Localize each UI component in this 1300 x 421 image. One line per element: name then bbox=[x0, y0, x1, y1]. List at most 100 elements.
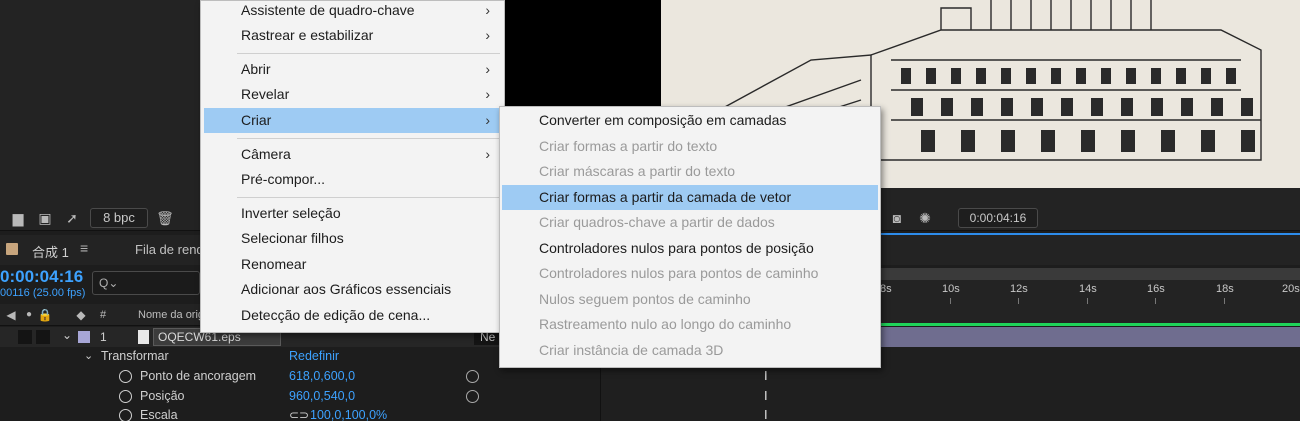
menu-item-open[interactable]: Abrir › bbox=[201, 57, 504, 82]
menu-item-label: Inverter seleção bbox=[241, 205, 341, 221]
expression-icon[interactable] bbox=[466, 390, 479, 403]
property-value[interactable]: 960,0,540,0 bbox=[289, 389, 355, 403]
ruler-label: 8s bbox=[880, 283, 892, 295]
menu-separator bbox=[237, 138, 500, 139]
menu-item-label: Renomear bbox=[241, 256, 307, 272]
submenu-item-null-position[interactable]: Controladores nulos para pontos de posiç… bbox=[500, 236, 880, 261]
current-time-display[interactable]: 0:00:04:16 bbox=[958, 208, 1038, 228]
color-icon[interactable]: ✺ bbox=[916, 209, 934, 227]
render-icon[interactable]: ➚ bbox=[63, 209, 81, 227]
menu-item-label: Abrir bbox=[241, 61, 271, 77]
audio-icon[interactable]: ◀ bbox=[2, 306, 20, 324]
submenu-item-shapes-from-text: Criar formas a partir do texto bbox=[500, 134, 880, 159]
stopwatch-icon[interactable] bbox=[119, 390, 132, 403]
layer-number: 1 bbox=[100, 330, 107, 344]
chevron-right-icon: › bbox=[485, 146, 490, 162]
frame-rate-readout: 00116 (25.00 fps) bbox=[0, 287, 86, 299]
menu-item-create[interactable]: Criar › bbox=[204, 108, 501, 133]
menu-item-label: Selecionar filhos bbox=[241, 230, 344, 246]
menu-item-reveal[interactable]: Revelar › bbox=[201, 82, 504, 107]
work-area-indicator bbox=[880, 323, 1300, 326]
property-row-anchor[interactable]: Ponto de ancoragem 618,0,600,0 bbox=[0, 367, 880, 387]
camera-icon[interactable]: ◙ bbox=[888, 209, 906, 227]
menu-item-label: Nulos seguem pontos de caminho bbox=[539, 291, 751, 307]
submenu-item-shapes-from-vector[interactable]: Criar formas a partir da camada de vetor bbox=[502, 185, 878, 210]
layer-duration-bar[interactable] bbox=[880, 327, 1300, 347]
file-icon bbox=[138, 330, 149, 344]
submenu-item-null-track-path: Rastreamento nulo ao longo do caminho bbox=[500, 312, 880, 337]
submenu-item-3d-layer-instance: Criar instância de camada 3D bbox=[500, 338, 880, 363]
work-area-bar[interactable] bbox=[880, 268, 1300, 280]
menu-item-label: Converter em composição em camadas bbox=[539, 112, 787, 128]
menu-item-select-children[interactable]: Selecionar filhos bbox=[201, 226, 504, 251]
folder-icon[interactable]: ▆ bbox=[9, 209, 27, 227]
menu-item-invert-selection[interactable]: Inverter seleção bbox=[201, 201, 504, 226]
menu-item-label: Detecção de edição de cena... bbox=[241, 307, 431, 323]
keyframe-marker[interactable]: I bbox=[764, 388, 768, 403]
lock-toggle[interactable] bbox=[36, 330, 50, 344]
link-icon[interactable]: ⊂⊃ bbox=[289, 408, 309, 421]
column-source-name[interactable]: Nome da orig bbox=[138, 309, 204, 321]
submenu-item-masks-from-text: Criar máscaras a partir do texto bbox=[500, 159, 880, 184]
menu-item-label: Controladores nulos para pontos de camin… bbox=[539, 265, 819, 281]
lock-icon[interactable]: 🔒 bbox=[36, 306, 54, 324]
chevron-right-icon: › bbox=[485, 86, 490, 102]
reset-link[interactable]: Redefinir bbox=[289, 349, 339, 363]
property-label: Escala bbox=[140, 408, 178, 421]
composition-icon[interactable]: ▣ bbox=[36, 209, 54, 227]
menu-item-camera[interactable]: Câmera › bbox=[201, 142, 504, 167]
chevron-right-icon: › bbox=[485, 61, 490, 77]
menu-item-label: Rastreamento nulo ao longo do caminho bbox=[539, 316, 792, 332]
property-label: Ponto de ancoragem bbox=[140, 369, 257, 383]
menu-item-label: Revelar bbox=[241, 86, 290, 102]
property-value[interactable]: 618,0,600,0 bbox=[289, 369, 355, 383]
ruler-label: 12s bbox=[1010, 283, 1028, 295]
composition-color-icon bbox=[6, 243, 18, 255]
panel-menu-icon[interactable]: ≡ bbox=[80, 240, 88, 256]
menu-item-keyframe-assistant[interactable]: Assistente de quadro-chave › bbox=[201, 0, 504, 23]
ruler-label: 20s bbox=[1282, 283, 1300, 295]
ruler-label: 10s bbox=[942, 283, 960, 295]
keyframe-marker[interactable]: I bbox=[764, 368, 768, 383]
transform-label: Transformar bbox=[101, 349, 169, 363]
property-row-scale[interactable]: Escala ⊂⊃ 100,0,100,0% bbox=[0, 406, 880, 421]
video-toggle[interactable] bbox=[18, 330, 32, 344]
layer-search-input[interactable]: Q⌄ bbox=[92, 271, 200, 295]
menu-item-label: Câmera bbox=[241, 146, 291, 162]
keyframe-marker[interactable]: I bbox=[764, 407, 768, 421]
menu-item-label: Criar bbox=[241, 112, 272, 128]
chevron-right-icon: › bbox=[485, 2, 490, 18]
menu-item-scene-edit-detection[interactable]: Detecção de edição de cena... bbox=[201, 303, 504, 328]
label-icon[interactable]: ◆ bbox=[72, 306, 90, 324]
trash-icon[interactable]: 🗑 bbox=[156, 209, 174, 227]
property-label: Posição bbox=[140, 389, 185, 403]
menu-item-label: Rastrear e estabilizar bbox=[241, 27, 374, 43]
menu-item-rename[interactable]: Renomear bbox=[201, 252, 504, 277]
bit-depth-button[interactable]: 8 bpc bbox=[90, 208, 148, 228]
submenu-item-nulls-follow-path: Nulos seguem pontos de caminho bbox=[500, 287, 880, 312]
timeline-timecode[interactable]: 0:00:04:16 bbox=[0, 267, 83, 287]
tab-composition[interactable]: 合成 1 bbox=[32, 242, 69, 261]
menu-separator bbox=[237, 53, 500, 54]
menu-item-label: Criar formas a partir do texto bbox=[539, 138, 718, 154]
ruler-label: 16s bbox=[1147, 283, 1165, 295]
time-ruler[interactable]: 8s 10s 12s 14s 16s 18s 20s bbox=[880, 268, 1300, 304]
submenu-item-convert-layered-comp[interactable]: Converter em composição em camadas bbox=[500, 108, 880, 133]
menu-item-label: Adicionar aos Gráficos essenciais bbox=[241, 281, 452, 297]
menu-item-precompose[interactable]: Pré-compor... bbox=[201, 167, 504, 192]
layer-label-color[interactable] bbox=[78, 331, 90, 343]
chevron-down-icon[interactable]: ⌄ bbox=[84, 349, 93, 362]
menu-item-label: Criar formas a partir da camada de vetor bbox=[539, 189, 792, 205]
submenu-item-null-path: Controladores nulos para pontos de camin… bbox=[500, 261, 880, 286]
menu-item-add-essential-graphics[interactable]: Adicionar aos Gráficos essenciais bbox=[201, 277, 504, 302]
property-row-position[interactable]: Posição 960,0,540,0 bbox=[0, 387, 880, 407]
stopwatch-icon[interactable] bbox=[119, 409, 132, 421]
tab-render-queue[interactable]: Fila de rend bbox=[135, 242, 204, 257]
expression-icon[interactable] bbox=[466, 370, 479, 383]
menu-item-track-stabilize[interactable]: Rastrear e estabilizar › bbox=[201, 23, 504, 48]
stopwatch-icon[interactable] bbox=[119, 370, 132, 383]
menu-separator bbox=[237, 197, 500, 198]
menu-item-label: Criar quadros-chave a partir de dados bbox=[539, 214, 775, 230]
chevron-down-icon[interactable]: ⌄ bbox=[62, 328, 72, 342]
property-value[interactable]: 100,0,100,0% bbox=[310, 408, 387, 421]
